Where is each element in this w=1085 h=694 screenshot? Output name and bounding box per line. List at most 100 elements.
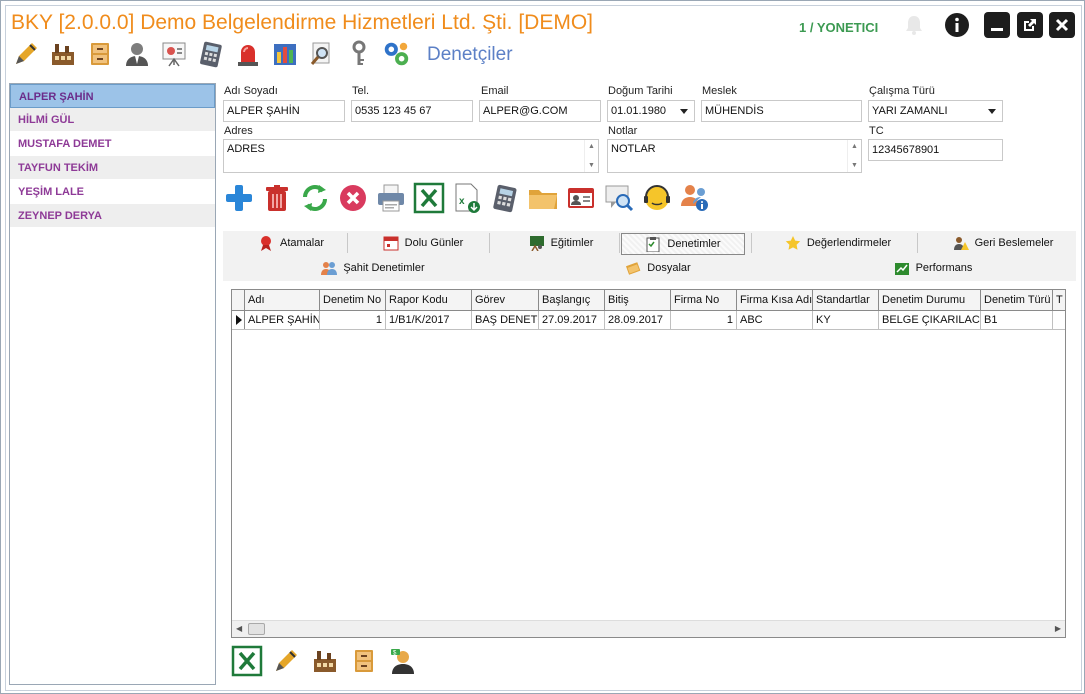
tab-separator [489,233,490,253]
popout-button[interactable] [1016,11,1044,39]
tab-dolu-gunler[interactable]: Dolu Günler [361,232,485,254]
job-field[interactable]: MÜHENDİS [701,100,862,122]
column-header[interactable]: Standartlar [813,290,879,310]
name-field[interactable]: ALPER ŞAHİN [223,100,345,122]
notes-field[interactable]: NOTLAR ▲ ▼ [607,139,862,173]
alarm-light-icon[interactable] [233,39,263,69]
column-header[interactable]: Firma No [671,290,737,310]
tab-atamalar[interactable]: Atamalar [235,232,347,254]
table-cell[interactable]: 27.09.2017 [539,311,605,329]
auditor-list-item[interactable]: TAYFUN TEKİM [10,156,215,180]
bar-chart-icon[interactable] [270,39,300,69]
table-cell[interactable]: 1 [320,311,386,329]
auditor-list-item[interactable]: ZEYNEP DERYA [10,204,215,228]
search-screen-icon[interactable] [603,182,635,214]
column-header[interactable]: Denetim Türü [981,290,1053,310]
factory-icon[interactable] [48,39,78,69]
add-icon[interactable] [223,182,255,214]
info-icon[interactable] [943,11,971,39]
phone-field[interactable]: 0535 123 45 67 [351,100,473,122]
excel-export-icon[interactable]: x [451,182,483,214]
table-cell[interactable]: 1/B1/K/2017 [386,311,472,329]
tab-denetimler[interactable]: Denetimler [621,233,745,255]
current-user-label[interactable]: 1 / YONETICI [799,20,878,35]
auditor-list-item[interactable]: ALPER ŞAHİN [10,84,215,108]
table-cell[interactable]: ALPER ŞAHİN [245,311,320,329]
support-icon[interactable] [641,182,673,214]
table-cell[interactable]: 28.09.2017 [605,311,671,329]
tab-label: Geri Beslemeler [974,237,1054,249]
horizontal-scrollbar[interactable]: ◀ ▶ [232,620,1065,637]
close-button[interactable] [1048,11,1076,39]
table-cell[interactable]: ABC [737,311,813,329]
column-header[interactable]: Başlangıç [539,290,605,310]
tc-field[interactable]: 12345678901 [868,139,1003,161]
gears-icon[interactable] [381,39,411,69]
delete-icon[interactable] [261,182,293,214]
notes-scrollbar[interactable]: ▲ ▼ [847,140,861,172]
scrollbar-thumb[interactable] [248,623,265,635]
money-user-icon[interactable]: $ [387,645,419,677]
auditor-list-item[interactable]: MUSTAFA DEMET [10,132,215,156]
auditor-list-item[interactable]: YEŞİM LALE [10,180,215,204]
svg-text:x: x [459,196,465,207]
column-header[interactable]: T [1053,290,1065,310]
person-icon[interactable] [122,39,152,69]
tab-separator [917,233,918,253]
tab-dosyalar[interactable]: Dosyalar [613,257,703,279]
email-field[interactable]: ALPER@G.COM [479,100,601,122]
pen-icon[interactable] [11,39,41,69]
folder-icon[interactable] [527,182,559,214]
birth-date-picker[interactable]: 01.01.1980 [607,100,695,122]
address-field[interactable]: ADRES ▲ ▼ [223,139,599,173]
table-row[interactable]: ALPER ŞAHİN 1 1/B1/K/2017 BAŞ DENETÇİ 27… [232,311,1065,330]
table-cell[interactable]: BAŞ DENETÇİ [472,311,539,329]
column-header[interactable]: Firma Kısa Adı [737,290,813,310]
address-scrollbar[interactable]: ▲ ▼ [584,140,598,172]
calculator-icon[interactable] [196,39,226,69]
factory-icon[interactable] [309,645,341,677]
auditor-list-item[interactable]: HİLMİ GÜL [10,108,215,132]
excel-icon[interactable] [231,645,263,677]
key-icon[interactable] [344,39,374,69]
tab-performans[interactable]: Performans [883,257,983,279]
cancel-icon[interactable] [337,182,369,214]
tab-degerlendirmeler[interactable]: Değerlendirmeler [763,232,913,254]
column-header[interactable]: Adı [245,290,320,310]
id-card-icon[interactable] [565,182,597,214]
search-document-icon[interactable] [307,39,337,69]
column-header[interactable]: Bitiş [605,290,671,310]
print-icon[interactable] [375,182,407,214]
user-info-icon[interactable] [679,182,711,214]
column-header[interactable]: Rapor Kodu [386,290,472,310]
bell-icon[interactable] [900,11,928,39]
refresh-icon[interactable] [299,182,331,214]
tab-label: Değerlendirmeler [806,237,892,249]
table-cell[interactable]: B1 [981,311,1053,329]
column-header[interactable]: Denetim No [320,290,386,310]
scroll-left-icon[interactable]: ◀ [236,624,242,633]
main-toolbar [11,38,411,70]
cabinet-icon[interactable] [85,39,115,69]
tab-sahit-denetimler[interactable]: Şahit Denetimler [303,257,443,279]
column-header[interactable]: Görev [472,290,539,310]
column-header[interactable]: Denetim Durumu [879,290,981,310]
tab-label: Eğitimler [550,237,594,249]
tab-geri-beslemeler[interactable]: Geri Beslemeler [933,232,1073,254]
excel-icon[interactable] [413,182,445,214]
tab-label: Performans [915,262,973,274]
work-type-select[interactable]: YARI ZAMANLI [868,100,1003,122]
cabinet-icon[interactable] [348,645,380,677]
table-cell[interactable]: KY [813,311,879,329]
table-cell[interactable]: 1 [671,311,737,329]
tab-egitimler[interactable]: Eğitimler [503,232,619,254]
table-cell[interactable]: BELGE ÇIKARILACAK [879,311,981,329]
calculator-icon[interactable] [489,182,521,214]
tab-label: Şahit Denetimler [343,262,425,274]
table-cell[interactable] [1053,311,1065,329]
minimize-button[interactable] [983,11,1011,39]
presentation-icon[interactable] [159,39,189,69]
page-title: Denetçiler [427,44,513,65]
pen-icon[interactable] [270,645,302,677]
scroll-right-icon[interactable]: ▶ [1055,624,1061,633]
